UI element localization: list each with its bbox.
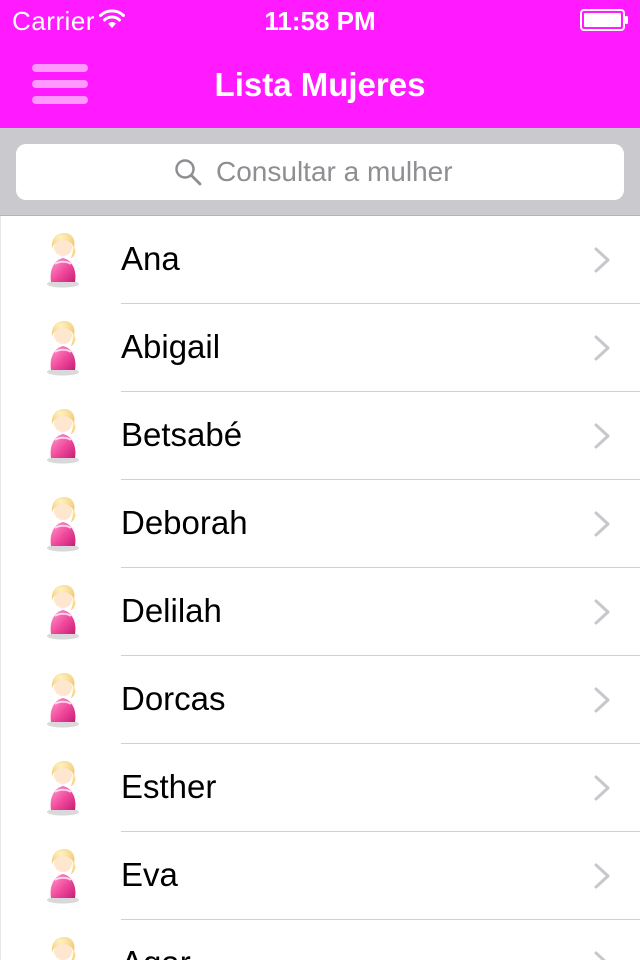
page-title: Lista Mujeres (214, 66, 426, 103)
search-icon (175, 159, 202, 186)
chevron-right-icon (594, 511, 610, 537)
list-item[interactable]: Delilah (1, 568, 640, 656)
list-item[interactable]: Dorcas (1, 656, 640, 744)
woman-avatar-icon (47, 761, 79, 816)
woman-avatar-icon (47, 497, 79, 552)
woman-avatar-icon (47, 585, 79, 640)
status-bar: Carrier 11:58 PM (0, 0, 640, 40)
app-screen: Carrier 11:58 PM Lista Mujeres Consultar… (0, 0, 640, 960)
women-list: Ana Abigail Betsabé Deborah Delilah Dorc… (0, 216, 640, 960)
list-item-name: Eva (121, 856, 178, 893)
woman-avatar-icon (47, 673, 79, 728)
list-item[interactable]: Deborah (1, 480, 640, 568)
search-bar (0, 128, 640, 216)
battery-icon (580, 9, 628, 31)
woman-avatar-icon (47, 321, 79, 376)
chevron-right-icon (594, 775, 610, 801)
chevron-right-icon (594, 335, 610, 361)
list-item-name: Ana (121, 240, 180, 277)
list-item-name: Abigail (121, 328, 221, 365)
woman-avatar-icon (47, 409, 79, 464)
chevron-right-icon (594, 423, 610, 449)
status-time: 11:58 PM (264, 6, 376, 36)
list-item-name: Dorcas (121, 680, 226, 717)
list-item-name: Esther (121, 768, 217, 805)
chevron-right-icon (594, 951, 606, 960)
list-item-name: Deborah (121, 504, 248, 541)
chevron-right-icon (594, 247, 610, 273)
search-field[interactable] (16, 144, 624, 200)
navigation-bar: Lista Mujeres (0, 40, 640, 128)
woman-avatar-icon (47, 849, 79, 904)
woman-avatar-icon (51, 937, 76, 960)
chevron-right-icon (594, 687, 610, 713)
woman-avatar-icon (47, 233, 79, 288)
list-item[interactable]: Abigail (1, 304, 640, 392)
list-item[interactable]: Agar (1, 920, 640, 960)
list-item[interactable]: Ana (1, 216, 640, 304)
chevron-right-icon (594, 599, 610, 625)
list-item[interactable]: Betsabé (1, 392, 640, 480)
list-item-name: Delilah (121, 592, 222, 629)
search-input[interactable] (216, 156, 466, 188)
list-item-name: Agar (121, 944, 191, 960)
list-item-name: Betsabé (121, 416, 243, 453)
list-item[interactable]: Esther (1, 744, 640, 832)
chevron-right-icon (594, 863, 610, 889)
list-item[interactable]: Eva (1, 832, 640, 920)
